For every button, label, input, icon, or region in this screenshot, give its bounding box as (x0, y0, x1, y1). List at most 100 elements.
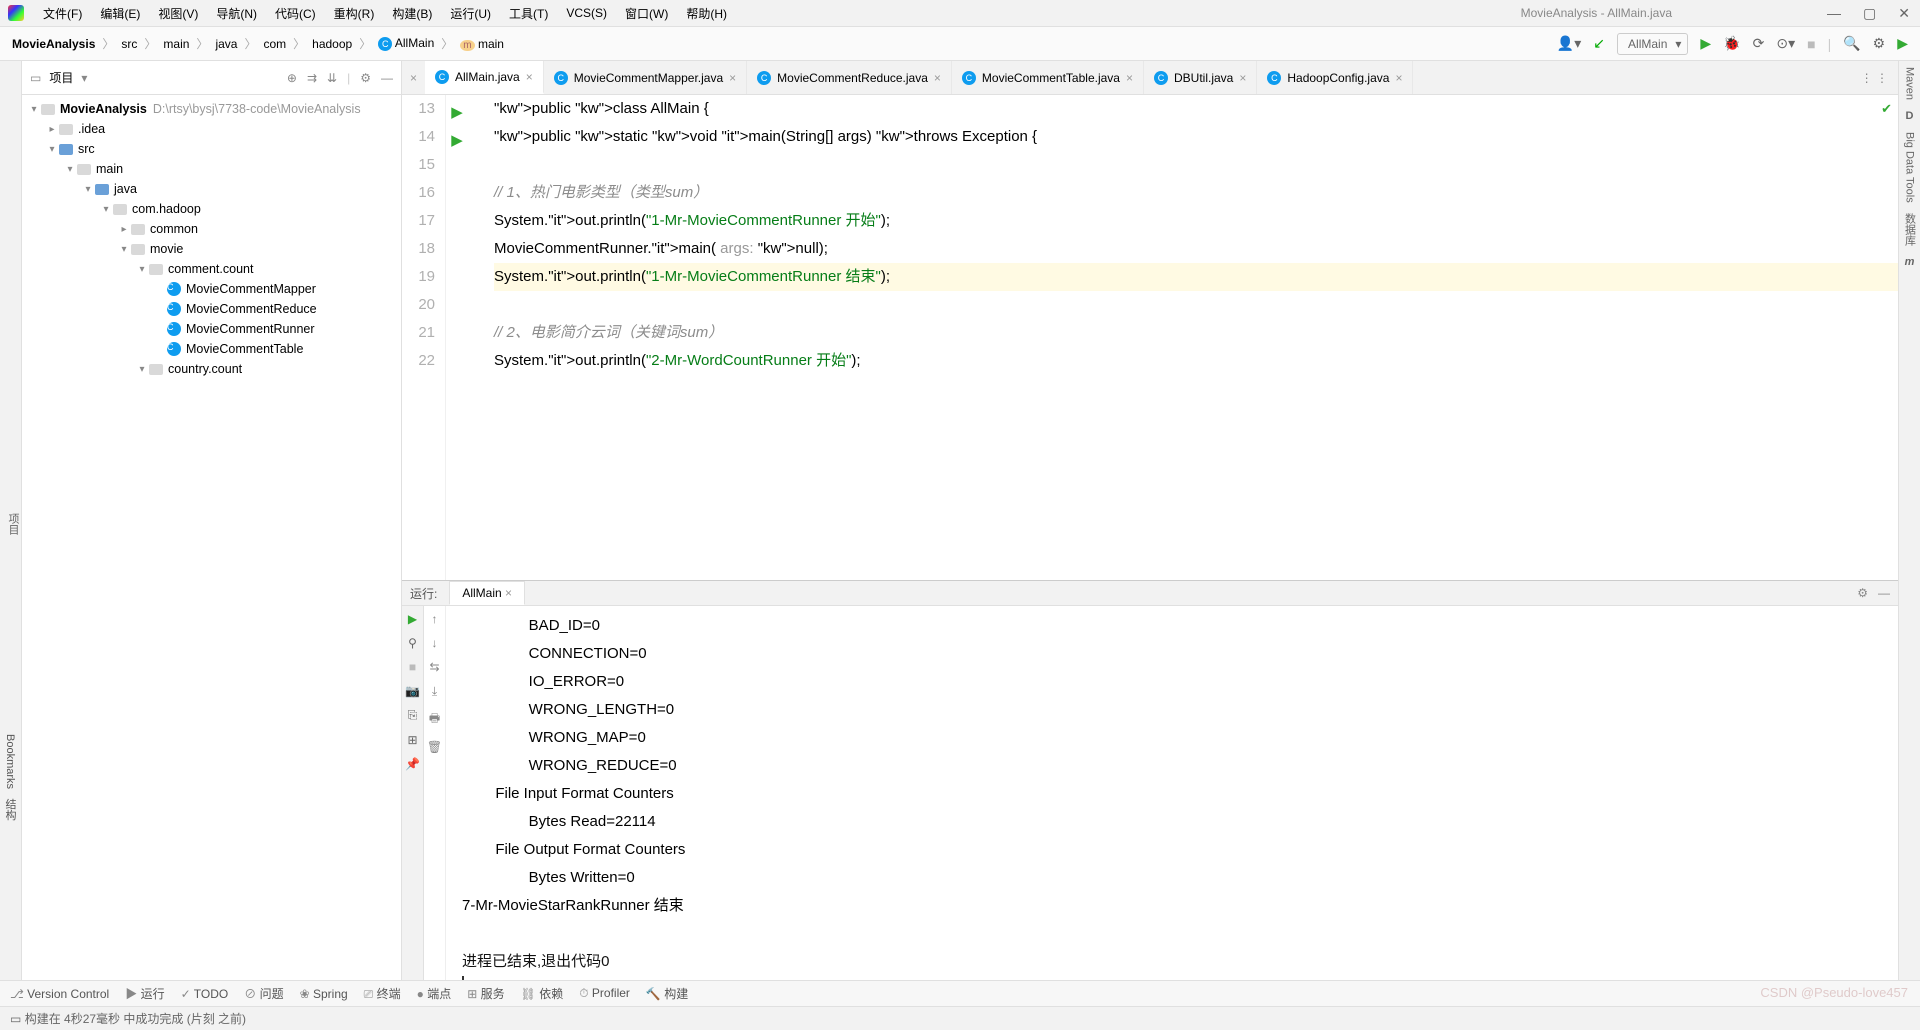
code-body[interactable]: "kw">public "kw">class AllMain { "kw">pu… (484, 95, 1898, 580)
run-config-select[interactable]: AllMain (1617, 33, 1688, 55)
tree-item[interactable]: ▾java (22, 179, 401, 199)
tabs-dropdown-icon[interactable]: ⋮ (1861, 71, 1873, 85)
settings-icon[interactable]: ⚙ (1873, 35, 1886, 52)
down-icon[interactable]: ↓ (432, 636, 438, 650)
bottom-tool-问题[interactable]: ⊘ 问题 (244, 985, 283, 1002)
console-output[interactable]: BAD_ID=0 CONNECTION=0 IO_ERROR=0 WRONG_L… (446, 606, 1898, 1002)
left-stripe-bottom[interactable]: Bookmarks 结构 (2, 734, 18, 820)
editor-tab[interactable]: CMovieCommentTable.java× (952, 61, 1144, 94)
menu-item[interactable]: 视图(V) (149, 5, 207, 22)
menu-item[interactable]: 文件(F) (34, 5, 91, 22)
menu-item[interactable]: 窗口(W) (616, 5, 677, 22)
tree-item[interactable]: ▸.idea (22, 119, 401, 139)
tree-item[interactable]: ▾main (22, 159, 401, 179)
menu-item[interactable]: 构建(B) (383, 5, 441, 22)
debug-attach-icon[interactable]: ⚲ (408, 636, 417, 650)
up-icon[interactable]: ↑ (432, 612, 438, 626)
tree-item[interactable]: ▾src (22, 139, 401, 159)
inspection-icon[interactable]: ✔ (1881, 101, 1892, 117)
rerun-icon[interactable]: ▶ (408, 612, 417, 626)
status-icon: ▭ (10, 1012, 21, 1026)
stop-icon[interactable]: ■ (409, 660, 416, 674)
menu-item[interactable]: 工具(T) (500, 5, 557, 22)
close-tab-icon[interactable]: × (402, 71, 425, 85)
editor-tab[interactable]: CDBUtil.java× (1144, 61, 1257, 94)
tree-item[interactable]: CMovieCommentReduce (22, 299, 401, 319)
debug-icon[interactable]: 🐞 (1723, 35, 1740, 52)
left-stripe[interactable]: 项目 (0, 61, 22, 980)
menu-item[interactable]: VCS(S) (557, 6, 616, 20)
tree-item[interactable]: ▾com.hadoop (22, 199, 401, 219)
pin-icon[interactable]: 📌 (405, 757, 420, 771)
status-bar: ▭ 构建在 4秒27毫秒 中成功完成 (片刻 之前) (0, 1006, 1920, 1030)
menu-item[interactable]: 帮助(H) (677, 5, 736, 22)
tree-item[interactable]: ▾movie (22, 239, 401, 259)
trash-icon[interactable]: 🗑 (427, 740, 442, 754)
run-tab[interactable]: AllMain × (449, 581, 525, 605)
bottom-tool-终端[interactable]: ⎚ 终端 (364, 985, 401, 1002)
profile-icon[interactable]: ⊙▾ (1776, 35, 1795, 52)
gear-icon[interactable]: ⚙ (360, 71, 371, 85)
stop-icon[interactable]: ■ (1807, 36, 1815, 52)
execute-icon[interactable]: ▶ (1897, 35, 1908, 52)
layout-icon[interactable]: ⊞ (407, 733, 417, 747)
bottom-tool-bar: ⎇ Version Control ▶ 运行 ✓ TODO ⊘ 问题 ❀ Spring ⎚… (0, 980, 1920, 1006)
menu-item[interactable]: 编辑(E) (91, 5, 149, 22)
bottom-tool-Profiler[interactable]: ⏱ Profiler (579, 986, 630, 1001)
hide-icon[interactable]: — (381, 71, 393, 85)
line-numbers: 13141516171819202122 (402, 95, 446, 580)
bottom-tool-TODO[interactable]: ✓ TODO (181, 987, 229, 1001)
search-icon[interactable]: 🔍 (1843, 35, 1860, 52)
locate-icon[interactable]: ⊕ (287, 71, 297, 85)
run-icon[interactable]: ▶ (1700, 35, 1711, 52)
tree-item[interactable]: CMovieCommentRunner (22, 319, 401, 339)
tabs-more-icon[interactable]: ⋮ (1876, 71, 1888, 85)
gutter-run-icons[interactable]: ▶▶ (446, 95, 468, 580)
status-text: 构建在 4秒27毫秒 中成功完成 (片刻 之前) (25, 1010, 246, 1027)
code-editor[interactable]: 13141516171819202122 ▶▶ "kw">public "kw"… (402, 95, 1898, 580)
tree-item[interactable]: CMovieCommentTable (22, 339, 401, 359)
menu-item[interactable]: 导航(N) (207, 5, 266, 22)
scroll-icon[interactable]: ⤓ (432, 684, 437, 699)
editor-tab[interactable]: CHadoopConfig.java× (1257, 61, 1413, 94)
bottom-tool-端点[interactable]: ● 端点 (417, 985, 452, 1002)
bottom-tool-依赖[interactable]: ⛓ 依赖 (521, 985, 564, 1002)
breadcrumb[interactable]: MovieAnalysis〉src〉main〉java〉com〉hadoop〉C… (12, 35, 504, 52)
app-logo (8, 5, 24, 21)
bottom-tool-运行[interactable]: ▶ 运行 (125, 985, 164, 1002)
tree-item[interactable]: ▸common (22, 219, 401, 239)
project-icon: ▭ (30, 71, 41, 85)
exit-icon[interactable]: ⎘ (408, 708, 418, 723)
right-stripe[interactable]: Maven D Big Data Tools 数据库 m (1898, 61, 1920, 980)
editor-tab[interactable]: CMovieCommentReduce.java× (747, 61, 952, 94)
editor-tabs: ×CAllMain.java×CMovieCommentMapper.java×… (402, 61, 1898, 95)
close-icon[interactable]: ✕ (1898, 5, 1910, 22)
bottom-tool-构建[interactable]: 🔨 构建 (646, 985, 688, 1002)
wrap-icon[interactable]: ⇆ (429, 660, 439, 674)
tree-root[interactable]: ▾MovieAnalysisD:\rtsy\bysj\7738-code\Mov… (22, 99, 401, 119)
bottom-tool-Version Control[interactable]: ⎇ Version Control (10, 987, 109, 1001)
editor-tab[interactable]: CAllMain.java× (425, 61, 544, 94)
bottom-tool-服务[interactable]: ⊞ 服务 (467, 985, 504, 1002)
user-icon[interactable]: 👤▾ (1557, 35, 1581, 52)
menu-item[interactable]: 重构(R) (325, 5, 384, 22)
menu-item[interactable]: 运行(U) (441, 5, 500, 22)
menu-item[interactable]: 代码(C) (266, 5, 325, 22)
minimize-icon[interactable]: — (1827, 5, 1841, 22)
coverage-icon[interactable]: ⟳ (1753, 35, 1765, 52)
expand-icon[interactable]: ⇉ (307, 71, 317, 85)
tree-item[interactable]: ▾comment.count (22, 259, 401, 279)
project-header: 项目 (49, 69, 73, 86)
editor-tab[interactable]: CMovieCommentMapper.java× (544, 61, 747, 94)
print-icon[interactable]: 🖶 (429, 709, 440, 730)
camera-icon[interactable]: 📷 (405, 684, 420, 698)
bottom-tool-Spring[interactable]: ❀ Spring (300, 987, 348, 1001)
collapse-icon[interactable]: ⇊ (327, 71, 337, 85)
maximize-icon[interactable]: ▢ (1863, 5, 1876, 22)
tree-item[interactable]: ▾country.count (22, 359, 401, 379)
tree-item[interactable]: CMovieCommentMapper (22, 279, 401, 299)
build-icon[interactable]: ↙ (1593, 35, 1605, 52)
hide-icon[interactable]: — (1878, 586, 1890, 600)
project-tree[interactable]: ▾MovieAnalysisD:\rtsy\bysj\7738-code\Mov… (22, 95, 401, 980)
gear-icon[interactable]: ⚙ (1857, 586, 1868, 600)
